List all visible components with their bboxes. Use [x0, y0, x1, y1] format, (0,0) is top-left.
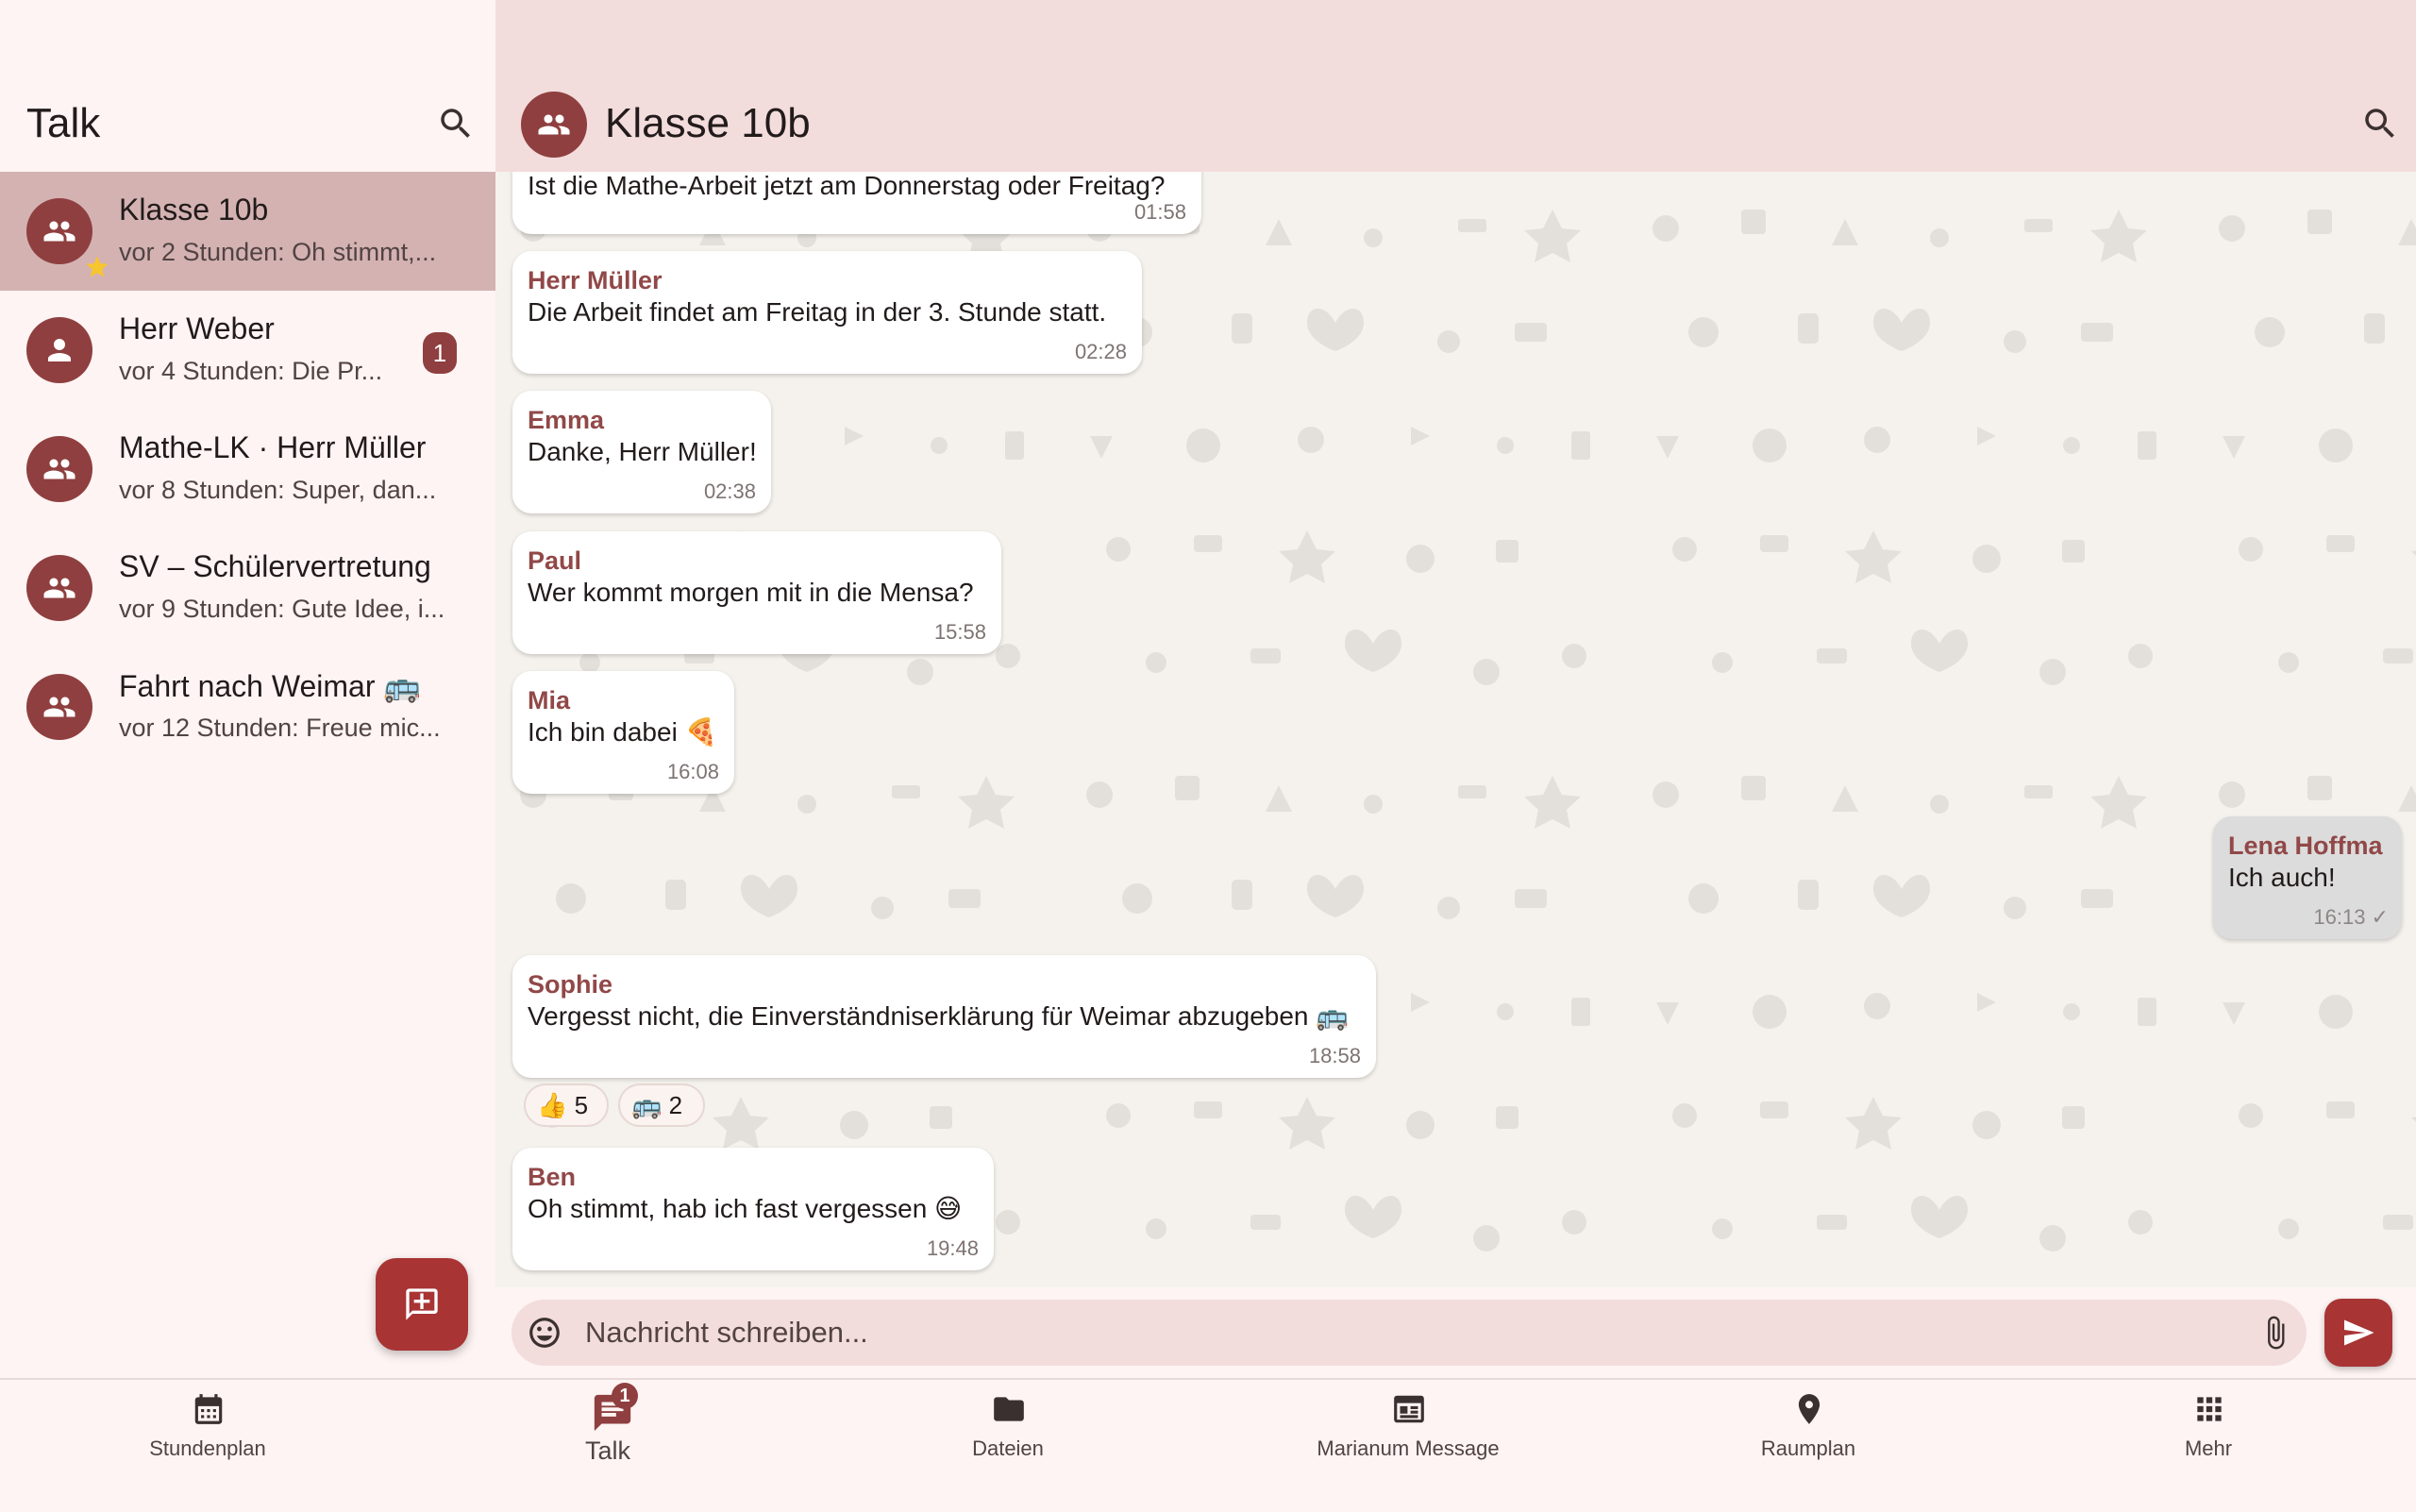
message-time: 19:48: [926, 1236, 979, 1260]
message-bubble[interactable]: Sophie Vergesst nicht, die Einverständni…: [512, 955, 1376, 1078]
nav-label: Talk: [584, 1436, 630, 1465]
send-button[interactable]: [2324, 1299, 2392, 1367]
group-icon[interactable]: [521, 92, 587, 158]
message-time: 16:08: [666, 760, 719, 783]
location-pin-icon: [1791, 1391, 1827, 1427]
group-icon: [26, 198, 109, 277]
message-bubble[interactable]: Mia Ich bin dabei 🍕 16:08: [512, 671, 734, 794]
favorite-star-icon: [68, 238, 109, 277]
chat-preview: vor 12 Stunden: Freue mic...: [119, 714, 441, 742]
message-text: Danke, Herr Müller!: [528, 437, 757, 466]
message-sender: Sophie: [528, 970, 613, 999]
message-list[interactable]: Ist die Mathe-Arbeit jetzt am Donnerstag…: [495, 172, 2416, 1287]
sidebar-title: Talk: [26, 100, 101, 146]
message-time: 15:58: [933, 620, 986, 644]
message-time: 18:58: [1308, 1044, 1361, 1067]
bottom-navigation: Stundenplan Talk Dateien Marianum Messag…: [0, 1378, 2416, 1510]
message-text: Oh stimmt, hab ich fast vergessen 😅: [528, 1194, 963, 1223]
newspaper-icon: [1391, 1391, 1427, 1427]
folder-icon: [991, 1391, 1027, 1427]
message-placeholder: Nachricht schreiben...: [585, 1316, 868, 1349]
message-bubble[interactable]: Paul Wer kommt morgen mit in die Mensa? …: [512, 531, 1001, 654]
send-icon: [2344, 1319, 2374, 1346]
message-text: Vergesst nicht, die Einverständniserklär…: [528, 1001, 1350, 1031]
reaction-count: 5: [574, 1091, 589, 1119]
sidebar-header: Talk: [0, 0, 495, 172]
message-time: 01:58: [1133, 200, 1186, 224]
message-sender: Emma: [528, 406, 605, 434]
message-sender: Paul: [528, 546, 582, 575]
nav-raumplan[interactable]: Raumplan: [1667, 1380, 1950, 1512]
nav-mehr[interactable]: Mehr: [2067, 1380, 2350, 1512]
chat-name: SV – Schülervertretung: [119, 549, 431, 583]
chat-name: Klasse 10b: [119, 193, 269, 227]
nav-stundenplan[interactable]: Stundenplan: [66, 1380, 349, 1512]
nav-label: Mehr: [2184, 1436, 2233, 1460]
talk-unread-badge: 1: [612, 1383, 638, 1409]
reaction-emoji: 👍: [537, 1091, 568, 1119]
nav-marianum-message[interactable]: Marianum Message: [1267, 1380, 1550, 1512]
emoji-icon[interactable]: [527, 1315, 562, 1351]
chat-name: Herr Weber: [119, 311, 275, 345]
chat-list-pane: Talk Klasse 10b vor 2 Stunden: Oh stimmt…: [0, 0, 495, 1378]
nav-label: Raumplan: [1760, 1436, 1856, 1460]
message-input[interactable]: Nachricht schreiben...: [512, 1300, 2307, 1366]
nav-label: Dateien: [972, 1436, 1044, 1460]
message-sender: Lena Hoffma: [2228, 832, 2383, 860]
message-bubble[interactable]: Herr Müller Die Arbeit findet am Freitag…: [512, 251, 1142, 374]
message-bubble[interactable]: Emma Danke, Herr Müller! 02:38: [512, 391, 771, 513]
chat-preview: vor 9 Stunden: Gute Idee, i...: [119, 595, 445, 623]
message-sender: Herr Müller: [528, 266, 663, 294]
reaction-emoji: 🚌: [631, 1091, 663, 1119]
message-sender: Mia: [528, 686, 571, 714]
nav-talk[interactable]: Talk: [466, 1380, 749, 1512]
group-icon: [26, 436, 92, 502]
chat-name: Fahrt nach Weimar 🚌: [119, 669, 422, 703]
apps-grid-icon: [2191, 1391, 2227, 1427]
own-message-bubble[interactable]: Lena Hoffma Ich auch! 16:13 ✓: [2213, 816, 2402, 939]
message-text: Ich bin dabei 🍕: [528, 717, 718, 747]
message-text: Die Arbeit findet am Freitag in der 3. S…: [528, 297, 1107, 327]
chat-list: Klasse 10b vor 2 Stunden: Oh stimmt,... …: [0, 172, 495, 766]
chat-preview: vor 2 Stunden: Oh stimmt,...: [119, 238, 437, 266]
attachment-icon[interactable]: [2257, 1315, 2293, 1351]
person-icon: [26, 317, 92, 383]
add-chat-icon: [406, 1288, 438, 1320]
search-icon[interactable]: [2360, 104, 2400, 143]
chat-header: Klasse 10b: [495, 0, 2416, 172]
message-time: 02:28: [1074, 340, 1127, 363]
chat-item-sv[interactable]: SV – Schülervertretung vor 9 Stunden: Gu…: [0, 529, 495, 647]
reaction-chip[interactable]: 👍 5: [524, 1084, 609, 1127]
message-bubble[interactable]: Ben Oh stimmt, hab ich fast vergessen 😅 …: [512, 1148, 994, 1270]
chat-preview: vor 8 Stunden: Super, dan...: [119, 476, 437, 504]
reaction-count: 2: [668, 1091, 683, 1119]
message-time: 02:38: [703, 479, 756, 503]
new-chat-button[interactable]: [376, 1258, 468, 1351]
chat-item-klasse-10b[interactable]: Klasse 10b vor 2 Stunden: Oh stimmt,...: [0, 172, 495, 291]
message-text: Wer kommt morgen mit in die Mensa?: [528, 578, 974, 607]
message-time: 16:13 ✓: [2313, 905, 2389, 929]
nav-dateien[interactable]: Dateien: [866, 1380, 1149, 1512]
nav-label: Marianum Message: [1317, 1436, 1500, 1460]
message-text: Ist die Mathe-Arbeit jetzt am Donnerstag…: [528, 172, 1166, 200]
unread-badge: 1: [423, 332, 457, 374]
message-sender: Ben: [528, 1163, 577, 1191]
message-bubble[interactable]: Ist die Mathe-Arbeit jetzt am Donnerstag…: [512, 172, 1201, 234]
search-icon[interactable]: [436, 104, 476, 143]
calendar-icon: [191, 1391, 226, 1427]
chat-preview: vor 4 Stunden: Die Pr...: [119, 357, 383, 385]
chat-item-mathe-lk[interactable]: Mathe-LK · Herr Müller vor 8 Stunden: Su…: [0, 410, 495, 529]
chat-item-fahrt-weimar[interactable]: Fahrt nach Weimar 🚌 vor 12 Stunden: Freu…: [0, 647, 495, 766]
nav-label: Stundenplan: [149, 1436, 266, 1460]
group-icon: [26, 674, 92, 740]
message-text: Ich auch!: [2228, 863, 2336, 892]
reaction-chip[interactable]: 🚌 2: [618, 1084, 705, 1127]
chat-title[interactable]: Klasse 10b: [605, 100, 811, 147]
chat-item-herr-weber[interactable]: Herr Weber vor 4 Stunden: Die Pr... 1: [0, 291, 495, 410]
group-icon: [26, 555, 92, 621]
chat-name: Mathe-LK · Herr Müller: [119, 430, 427, 464]
